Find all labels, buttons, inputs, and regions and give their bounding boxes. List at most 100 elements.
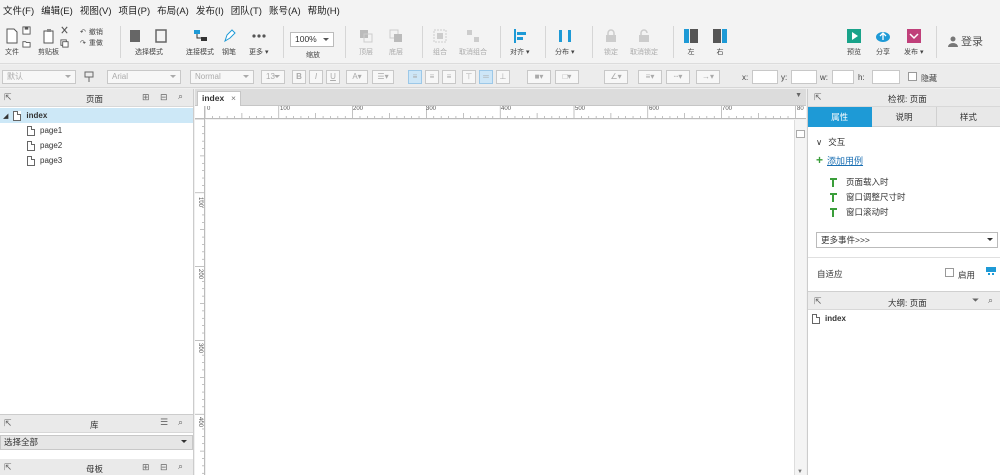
adaptive-views-icon[interactable] bbox=[985, 266, 997, 276]
collapse-panel-icon[interactable]: ⇱ bbox=[814, 296, 822, 307]
left-panel-toggle-button[interactable]: 左 bbox=[683, 28, 699, 57]
open-folder-icon[interactable] bbox=[22, 39, 31, 48]
page-tree-item-page3[interactable]: page3 bbox=[0, 153, 193, 168]
more-tools-button[interactable]: 更多 ▾ bbox=[249, 28, 268, 57]
line-color-button[interactable]: ∠▾ bbox=[604, 70, 628, 84]
file-button[interactable]: 文件 bbox=[4, 28, 20, 57]
arrow-style-button[interactable]: →▾ bbox=[696, 70, 720, 84]
w-input[interactable] bbox=[832, 70, 854, 84]
close-tab-icon[interactable]: × bbox=[231, 92, 236, 105]
ungroup-button[interactable]: 取消组合 bbox=[459, 28, 487, 57]
align-left-button[interactable]: ≡ bbox=[408, 70, 422, 84]
align-center-button[interactable]: ≡ bbox=[425, 70, 439, 84]
format-painter-icon[interactable] bbox=[84, 71, 96, 83]
fill-color-button[interactable]: ■▾ bbox=[527, 70, 551, 84]
font-color-button[interactable]: A▾ bbox=[346, 70, 368, 84]
page-tree-item-page2[interactable]: page2 bbox=[0, 138, 193, 153]
copy-icon[interactable] bbox=[60, 39, 69, 48]
scroll-down-icon[interactable]: ▼ bbox=[797, 469, 803, 475]
tab-notes[interactable]: 说明 bbox=[872, 107, 937, 127]
tab-menu-icon[interactable]: ▼ bbox=[795, 92, 802, 99]
menu-file[interactable]: 文件(F) bbox=[3, 3, 34, 17]
font-family-select[interactable]: Arial bbox=[107, 70, 181, 84]
collapse-panel-icon[interactable]: ⇱ bbox=[4, 418, 12, 429]
hide-checkbox[interactable] bbox=[908, 72, 917, 81]
menu-account[interactable]: 账号(A) bbox=[269, 3, 301, 17]
menu-team[interactable]: 团队(T) bbox=[231, 3, 262, 17]
design-canvas[interactable] bbox=[206, 120, 794, 475]
menu-help[interactable]: 帮助(H) bbox=[308, 3, 340, 17]
shadow-button[interactable]: □▾ bbox=[555, 70, 579, 84]
collapse-panel-icon[interactable]: ⇱ bbox=[4, 92, 12, 103]
right-panel-toggle-button[interactable]: 右 bbox=[712, 28, 728, 57]
outline-item-index[interactable]: index bbox=[808, 311, 1000, 326]
align-button[interactable]: 对齐 ▾ bbox=[510, 28, 529, 57]
filter-icon[interactable]: ⏷ bbox=[972, 295, 979, 306]
select-mode-button[interactable]: 选择模式 bbox=[128, 28, 170, 57]
search-icon[interactable]: ⌕ bbox=[178, 461, 183, 472]
tab-style[interactable]: 样式 bbox=[936, 107, 1000, 127]
menu-layout[interactable]: 布局(A) bbox=[157, 3, 189, 17]
add-folder-icon[interactable]: ⊟ bbox=[160, 92, 168, 103]
page-tree-item-page1[interactable]: page1 bbox=[0, 123, 193, 138]
align-right-button[interactable]: ≡ bbox=[442, 70, 456, 84]
interaction-section-toggle[interactable]: ∨ 交互 bbox=[816, 136, 845, 148]
canvas-vertical-scrollbar[interactable]: ▼ bbox=[794, 120, 806, 475]
menu-publish[interactable]: 发布(I) bbox=[196, 3, 224, 17]
menu-edit[interactable]: 编辑(E) bbox=[41, 3, 73, 17]
event-window-resize[interactable]: 窗口调整尺寸时 bbox=[830, 191, 906, 203]
menu-view[interactable]: 视图(V) bbox=[80, 3, 112, 17]
search-icon[interactable]: ⌕ bbox=[988, 295, 993, 306]
more-events-select[interactable]: 更多事件>>> bbox=[816, 232, 998, 248]
event-window-scroll[interactable]: 窗口滚动时 bbox=[830, 206, 889, 218]
connect-mode-button[interactable]: 连接模式 bbox=[186, 28, 214, 57]
cut-icon[interactable] bbox=[60, 26, 69, 35]
lock-button[interactable]: 锁定 bbox=[603, 28, 619, 57]
unlock-button[interactable]: 取消锁定 bbox=[630, 28, 658, 57]
add-page-icon[interactable]: ⊞ bbox=[142, 92, 150, 103]
library-select[interactable]: 选择全部 bbox=[0, 435, 193, 450]
valign-bottom-button[interactable]: ⊥ bbox=[496, 70, 510, 84]
expand-caret-icon[interactable]: ◢ bbox=[3, 112, 8, 120]
pen-button[interactable]: 钢笔 bbox=[221, 28, 237, 57]
search-icon[interactable]: ⌕ bbox=[178, 91, 183, 102]
adaptive-enable-checkbox[interactable] bbox=[945, 268, 954, 277]
bring-to-top-button[interactable]: 顶层 bbox=[358, 28, 374, 57]
font-weight-select[interactable]: Normal bbox=[190, 70, 254, 84]
add-folder-icon[interactable]: ⊟ bbox=[160, 462, 168, 473]
x-input[interactable] bbox=[752, 70, 778, 84]
redo-button[interactable]: ↷ 重做 bbox=[80, 38, 103, 48]
menu-project[interactable]: 项目(P) bbox=[118, 3, 150, 17]
scrollbar-thumb[interactable] bbox=[796, 130, 805, 138]
collapse-panel-icon[interactable]: ⇱ bbox=[4, 462, 12, 473]
send-to-bottom-button[interactable]: 底层 bbox=[388, 28, 404, 57]
distribute-button[interactable]: 分布 ▾ bbox=[555, 28, 574, 57]
bold-button[interactable]: B bbox=[292, 70, 306, 84]
menu-icon[interactable]: ☰ bbox=[160, 417, 168, 428]
y-input[interactable] bbox=[791, 70, 817, 84]
login-button[interactable]: 登录 bbox=[948, 33, 983, 49]
page-tree-item-index[interactable]: ◢ index bbox=[0, 108, 193, 123]
add-case-link[interactable]: + 添加用例 bbox=[816, 153, 863, 167]
event-page-load[interactable]: 页面载入时 bbox=[830, 176, 889, 188]
tab-properties[interactable]: 属性 bbox=[808, 107, 873, 127]
bullet-list-button[interactable]: ☰▾ bbox=[372, 70, 394, 84]
collapse-panel-icon[interactable]: ⇱ bbox=[814, 92, 822, 103]
undo-button[interactable]: ↶ 撤销 bbox=[80, 27, 103, 37]
share-button[interactable]: 分享 bbox=[875, 28, 891, 57]
h-input[interactable] bbox=[872, 70, 900, 84]
italic-button[interactable]: I bbox=[309, 70, 323, 84]
style-select[interactable]: 默认 bbox=[2, 70, 76, 84]
search-icon[interactable]: ⌕ bbox=[178, 417, 183, 428]
clipboard-button[interactable]: 剪贴板 bbox=[38, 28, 59, 57]
preview-button[interactable]: 预览 bbox=[846, 28, 862, 57]
line-style-button[interactable]: ┄▾ bbox=[666, 70, 690, 84]
group-button[interactable]: 组合 bbox=[432, 28, 448, 57]
valign-middle-button[interactable]: ═ bbox=[479, 70, 493, 84]
save-icon[interactable] bbox=[22, 26, 31, 35]
zoom-select[interactable]: 100% bbox=[290, 32, 334, 47]
underline-button[interactable]: U bbox=[326, 70, 340, 84]
add-master-icon[interactable]: ⊞ bbox=[142, 462, 150, 473]
line-width-button[interactable]: ≡▾ bbox=[638, 70, 662, 84]
valign-top-button[interactable]: ⊤ bbox=[462, 70, 476, 84]
